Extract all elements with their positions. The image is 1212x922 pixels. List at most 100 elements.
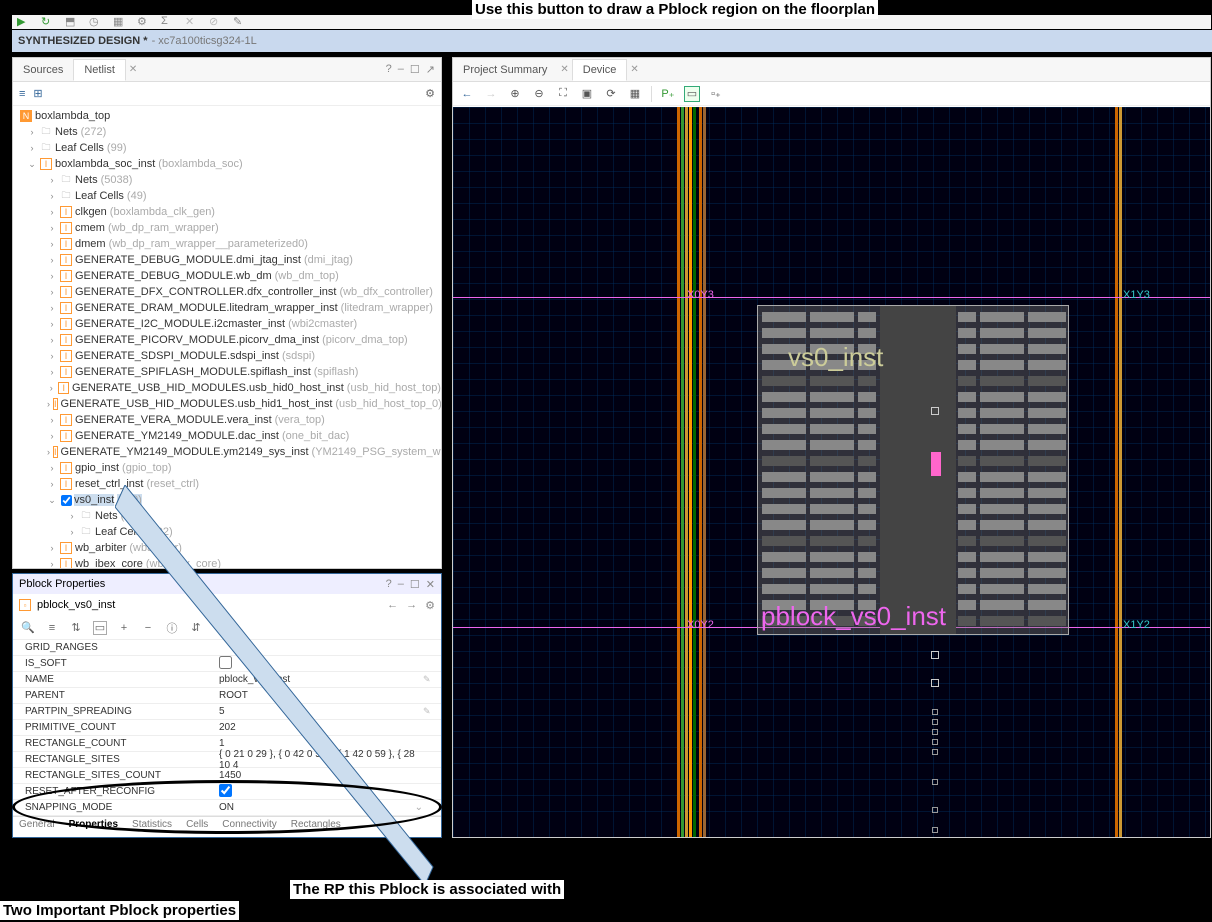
expand-icon[interactable]: › <box>47 463 57 473</box>
property-row[interactable]: PARENT ROOT <box>13 688 441 704</box>
property-row[interactable]: IS_SOFT <box>13 656 441 672</box>
expand-icon[interactable]: › <box>47 367 57 377</box>
tree-item[interactable]: › I GENERATE_DFX_CONTROLLER.dfx_controll… <box>13 284 441 300</box>
expand-icon[interactable]: › <box>47 319 57 329</box>
tree-leaf-cells[interactable]: › 🗀 Leaf Cells (99) <box>13 140 441 156</box>
property-row[interactable]: RECTANGLE_SITES { 0 21 0 29 }, { 0 42 0 … <box>13 752 441 768</box>
zoom-in-icon[interactable]: ⊕ <box>507 86 523 102</box>
tree-item[interactable]: › I GENERATE_DEBUG_MODULE.dmi_jtag_inst … <box>13 252 441 268</box>
zoom-out-icon[interactable]: ⊖ <box>531 86 547 102</box>
tree-item[interactable]: › I dmem (wb_dp_ram_wrapper__parameteriz… <box>13 236 441 252</box>
property-row[interactable]: GRID_RANGES <box>13 640 441 656</box>
tab-summary-close[interactable]: ✕ <box>557 64 571 75</box>
tree-item[interactable]: › I reset_ctrl_inst (reset_ctrl) <box>13 476 441 492</box>
float-icon[interactable]: ↗ <box>426 63 435 76</box>
zoom-area-icon[interactable]: ▣ <box>579 86 595 102</box>
close-icon[interactable]: ✕ <box>426 578 435 591</box>
tree-item[interactable]: › I GENERATE_YM2149_MODULE.ym2149_sys_in… <box>13 444 441 460</box>
tree-item[interactable]: › I GENERATE_I2C_MODULE.i2cmaster_inst (… <box>13 316 441 332</box>
expand-icon[interactable]: › <box>47 447 50 457</box>
expand-icon[interactable]: › <box>47 255 57 265</box>
tree-soc-inst[interactable]: ⌄ I boxlambda_soc_inst (boxlambda_soc) <box>13 156 441 172</box>
tree-item[interactable]: › I gpio_inst (gpio_top) <box>13 460 441 476</box>
tab-device-close[interactable]: ✕ <box>627 64 641 75</box>
tree-root[interactable]: N boxlambda_top <box>13 108 441 124</box>
add-icon[interactable]: + <box>117 621 131 635</box>
property-row[interactable]: NAME pblock_vs0_inst ✎ <box>13 672 441 688</box>
expand-icon[interactable]: › <box>27 127 37 137</box>
maximize-icon[interactable]: ☐ <box>410 63 420 76</box>
property-checkbox[interactable] <box>219 656 232 669</box>
help-icon[interactable]: ? <box>386 578 392 591</box>
minimize-icon[interactable]: – <box>398 63 404 76</box>
expand-icon[interactable]: › <box>47 383 55 393</box>
expand-icon[interactable]: › <box>47 543 57 553</box>
tree-item[interactable]: › I clkgen (boxlambda_clk_gen) <box>13 204 441 220</box>
edit-icon[interactable]: ✎ <box>423 674 441 685</box>
back-icon[interactable]: ← <box>459 86 475 102</box>
tab-project-summary[interactable]: Project Summary <box>453 60 557 80</box>
tree-item[interactable]: › I GENERATE_YM2149_MODULE.dac_inst (one… <box>13 428 441 444</box>
expand-icon[interactable]: › <box>47 479 57 489</box>
collapse-icon[interactable]: ⌄ <box>47 495 57 506</box>
expand-icon[interactable]: › <box>47 559 57 568</box>
expand-icon[interactable]: › <box>47 303 57 313</box>
maximize-icon[interactable]: ☐ <box>410 578 420 591</box>
expand-icon[interactable]: ⊞ <box>33 87 42 100</box>
minimize-icon[interactable]: – <box>398 578 404 591</box>
settings-icon[interactable]: ⚙ <box>425 599 435 612</box>
forward-icon[interactable]: → <box>483 86 499 102</box>
refresh-icon[interactable]: ⟳ <box>603 86 619 102</box>
tree-item[interactable]: › I cmem (wb_dp_ram_wrapper) <box>13 220 441 236</box>
tree-item[interactable]: › I GENERATE_USB_HID_MODULES.usb_hid1_ho… <box>13 396 441 412</box>
edit-icon[interactable]: ✎ <box>423 706 441 717</box>
forward-icon[interactable]: → <box>406 599 417 612</box>
expand-icon[interactable]: › <box>47 431 57 441</box>
expand-icon[interactable]: › <box>47 207 57 217</box>
draw-pblock-button[interactable]: ▭ <box>684 86 700 102</box>
search-icon[interactable]: 🔍 <box>21 621 35 635</box>
grid-icon[interactable]: ▦ <box>627 86 643 102</box>
tree-item[interactable]: › I GENERATE_DRAM_MODULE.litedram_wrappe… <box>13 300 441 316</box>
netlist-tree[interactable]: N boxlambda_top › 🗀 Nets (272) › 🗀 Leaf … <box>13 106 441 568</box>
property-row[interactable]: PRIMITIVE_COUNT 202 <box>13 720 441 736</box>
tab-sources[interactable]: Sources <box>13 60 73 80</box>
tree-item[interactable]: › I GENERATE_USB_HID_MODULES.usb_hid0_ho… <box>13 380 441 396</box>
tree-item[interactable]: › I GENERATE_DEBUG_MODULE.wb_dm (wb_dm_t… <box>13 268 441 284</box>
expand-icon[interactable]: › <box>47 175 57 185</box>
expand-icon[interactable]: › <box>47 287 57 297</box>
tab-netlist[interactable]: Netlist <box>73 59 126 81</box>
pblock-assign-icon[interactable]: P₊ <box>660 86 676 102</box>
tree-item[interactable]: › I GENERATE_VERA_MODULE.vera_inst (vera… <box>13 412 441 428</box>
expand-icon[interactable]: › <box>47 335 57 345</box>
expand-icon[interactable]: › <box>47 191 57 201</box>
collapse-icon[interactable]: ≡ <box>45 621 59 635</box>
tree-item[interactable]: › I GENERATE_PICORV_MODULE.picorv_dma_in… <box>13 332 441 348</box>
floorplan-view[interactable]: X0Y3 X1Y3 X0Y2 X1Y2 vs0_inst pblock_vs0_… <box>453 107 1210 837</box>
collapse-icon[interactable]: ⌄ <box>27 159 37 170</box>
tree-item[interactable]: › I GENERATE_SDSPI_MODULE.sdspi_inst (sd… <box>13 348 441 364</box>
filter-icon[interactable]: ⇅ <box>69 621 83 635</box>
back-icon[interactable]: ← <box>387 599 398 612</box>
remove-icon[interactable]: − <box>141 621 155 635</box>
expand-icon[interactable]: › <box>27 143 37 153</box>
info-icon[interactable]: ⓘ <box>165 621 179 635</box>
expand-icon[interactable]: › <box>47 351 57 361</box>
property-row[interactable]: PARTPIN_SPREADING 5 ✎ <box>13 704 441 720</box>
expand-icon[interactable]: › <box>47 415 57 425</box>
tree-nets[interactable]: › 🗀 Nets (272) <box>13 124 441 140</box>
expand-icon[interactable]: › <box>47 223 57 233</box>
expand-icon[interactable]: › <box>47 271 57 281</box>
vs0-checkbox[interactable] <box>61 495 72 506</box>
settings-icon[interactable]: ⚙ <box>425 87 435 100</box>
tree-item[interactable]: › 🗀 Leaf Cells (49) <box>13 188 441 204</box>
tree-item[interactable]: › 🗀 Nets (5038) <box>13 172 441 188</box>
zoom-fit-icon[interactable]: ⛶ <box>555 86 571 102</box>
tree-vs0-leaf[interactable]: › 🗀 Leaf Cells (102) <box>13 524 441 540</box>
tab-netlist-close[interactable]: ✕ <box>126 64 140 75</box>
expand-icon[interactable]: › <box>67 511 77 521</box>
help-icon[interactable]: ? <box>386 63 392 76</box>
tree-vs0-nets[interactable]: › 🗀 Nets (205) <box>13 508 441 524</box>
tab-device[interactable]: Device <box>572 59 628 81</box>
group-icon[interactable]: ▭ <box>93 621 107 635</box>
